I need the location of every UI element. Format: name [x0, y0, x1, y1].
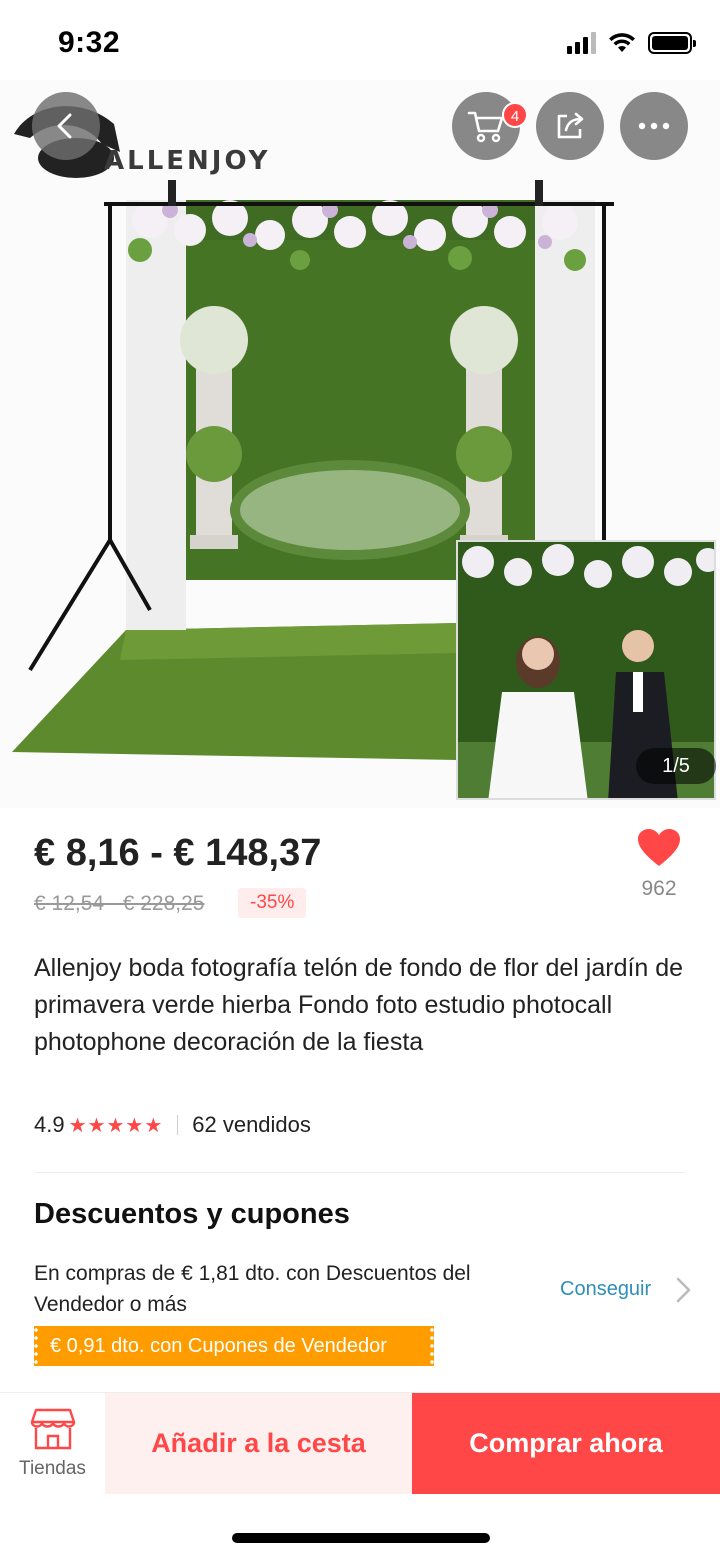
original-price: € 12,54 - € 228,25	[34, 892, 205, 915]
coupon-description: En compras de € 1,81 dto. con Descuentos…	[34, 1262, 471, 1316]
rating-stars: ★★★★★	[68, 1114, 164, 1137]
signal-icon	[567, 32, 596, 54]
home-indicator[interactable]	[232, 1533, 490, 1543]
wishlist-button[interactable]: 962	[628, 828, 690, 901]
cart-count-badge: 4	[502, 102, 528, 128]
stores-button[interactable]: Tiendas	[0, 1393, 105, 1494]
wifi-icon	[609, 33, 635, 52]
cart-icon	[467, 111, 504, 143]
coupon-tag[interactable]: € 0,91 dto. con Cupones de Vendedor	[34, 1326, 434, 1366]
rating-row[interactable]: 4.9 ★★★★★ 62 vendidos	[34, 1112, 311, 1138]
image-counter: 1/5	[636, 748, 716, 784]
share-button[interactable]	[536, 92, 604, 160]
stores-label: Tiendas	[19, 1457, 86, 1479]
product-gallery[interactable]: ALLENJOY 4 1/5	[0, 80, 720, 808]
discount-badge: -35%	[238, 888, 307, 918]
status-bar: 9:32	[0, 0, 720, 80]
back-button[interactable]	[32, 92, 100, 160]
heart-icon	[638, 829, 680, 866]
sold-count: 62 vendidos	[192, 1112, 311, 1137]
status-icons	[567, 32, 696, 54]
battery-icon	[648, 32, 696, 54]
price-range: € 8,16 - € 148,37	[34, 832, 322, 874]
brand-name: ALLENJOY	[104, 146, 271, 176]
rating-value: 4.9	[34, 1112, 65, 1137]
get-coupon-link[interactable]: Conseguir	[560, 1278, 651, 1301]
separator	[177, 1115, 179, 1135]
status-time: 9:32	[58, 26, 121, 59]
wishlist-count: 962	[641, 877, 677, 900]
share-icon	[557, 112, 584, 139]
buy-now-button[interactable]: Comprar ahora	[412, 1393, 720, 1494]
chevron-right-icon[interactable]	[674, 1276, 692, 1304]
more-button[interactable]	[620, 92, 688, 160]
add-to-cart-button[interactable]: Añadir a la cesta	[105, 1393, 412, 1494]
more-icon	[638, 122, 670, 130]
product-title: Allenjoy boda fotografía telón de fondo …	[34, 954, 684, 1056]
divider	[34, 1172, 686, 1173]
coupons-section-title: Descuentos y cupones	[34, 1198, 350, 1230]
store-icon	[30, 1408, 75, 1449]
bottom-action-bar: Tiendas Añadir a la cesta Comprar ahora	[0, 1392, 720, 1494]
back-icon	[57, 113, 72, 139]
